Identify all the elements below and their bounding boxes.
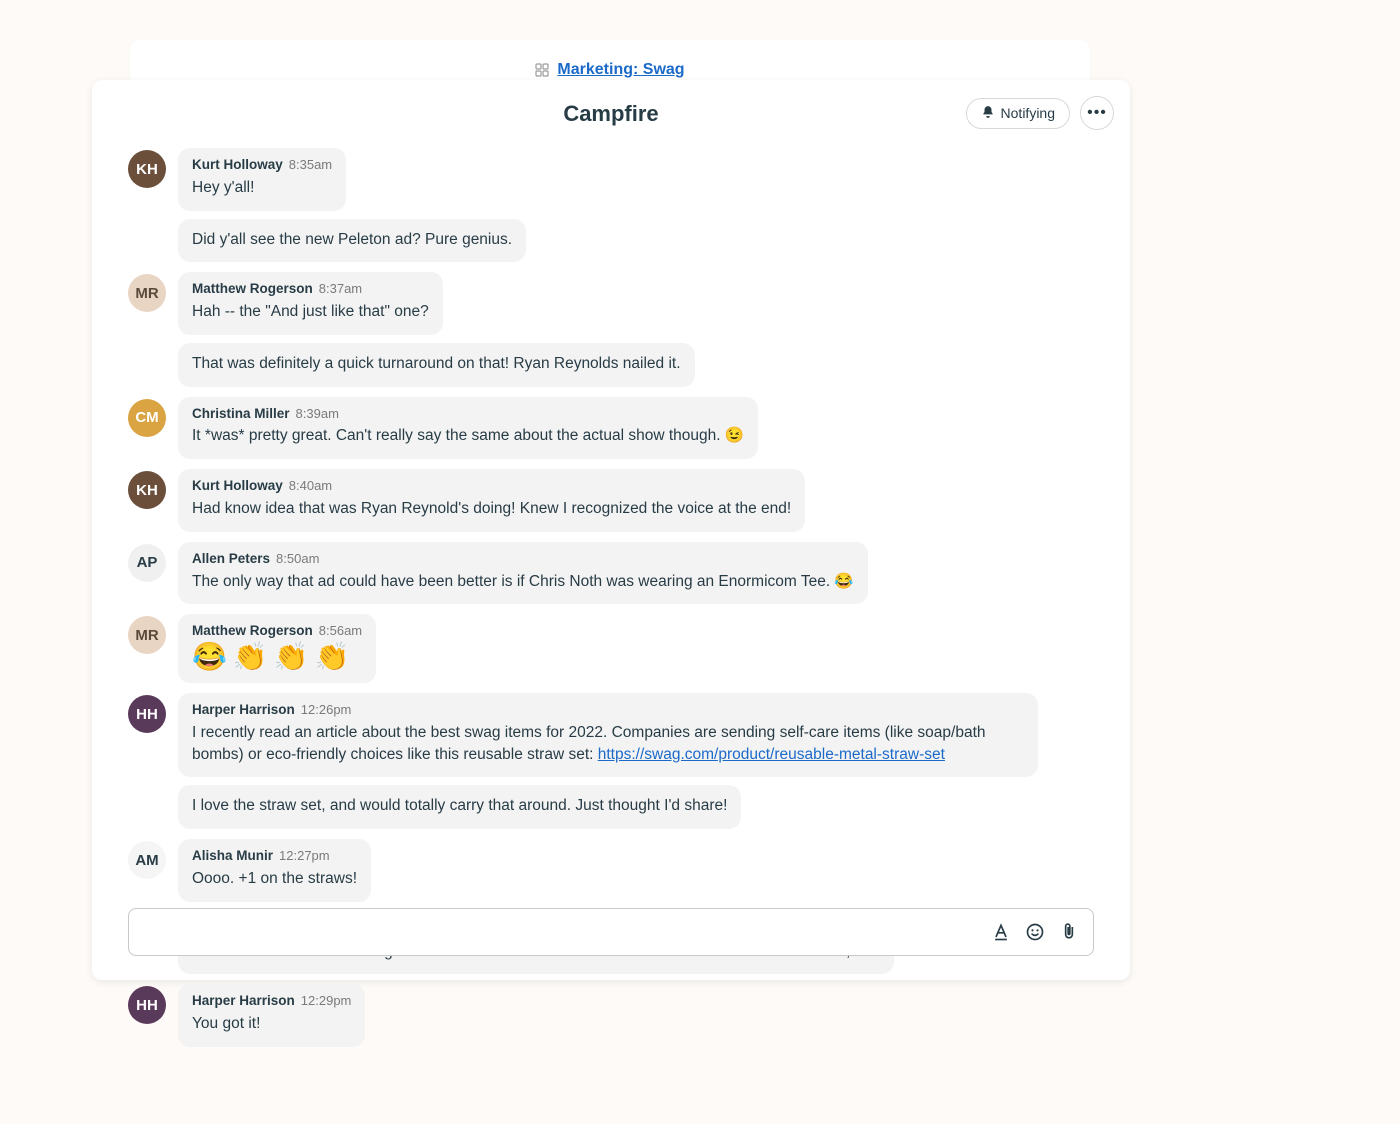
avatar[interactable]: AM: [128, 841, 166, 879]
message-group: MR Matthew Rogerson 8:56am 😂👏👏👏: [128, 614, 1094, 683]
notifying-toggle[interactable]: Notifying: [966, 98, 1070, 129]
message-text: Hah -- the "And just like that" one?: [192, 303, 429, 320]
notifying-label: Notifying: [1001, 105, 1055, 121]
message-author: Kurt Holloway: [192, 477, 283, 496]
message-author: Christina Miller: [192, 405, 290, 424]
avatar[interactable]: MR: [128, 274, 166, 312]
format-text-icon[interactable]: [991, 922, 1011, 942]
message-author: Alisha Munir: [192, 847, 273, 866]
message-group: MR Matthew Rogerson 8:37am Hah -- the "And …: [128, 272, 1094, 386]
message-bubble: Kurt Holloway 8:35am Hey y'all!: [178, 148, 346, 211]
message-time: 12:29pm: [301, 992, 352, 1010]
message-text: I love the straw set, and would totally …: [192, 797, 727, 814]
panel-header: Campfire Notifying •••: [92, 80, 1130, 148]
message-text: Had know idea that was Ryan Reynold's do…: [192, 500, 791, 517]
message-bubble: I love the straw set, and would totally …: [178, 785, 741, 829]
message-bubble: Alisha Munir 12:27pm Oooo. +1 on the straw…: [178, 839, 371, 902]
avatar[interactable]: HH: [128, 695, 166, 733]
message-time: 8:39am: [296, 405, 339, 423]
message-text: Did y'all see the new Peleton ad? Pure g…: [192, 231, 512, 248]
message-author: Kurt Holloway: [192, 156, 283, 175]
avatar[interactable]: KH: [128, 150, 166, 188]
composer-input[interactable]: [143, 909, 977, 955]
message-text: The only way that ad could have been bet…: [192, 573, 854, 590]
message-time: 8:35am: [289, 156, 332, 174]
message-bubble: Did y'all see the new Peleton ad? Pure g…: [178, 219, 526, 263]
message-bubble: That was definitely a quick turnaround o…: [178, 343, 695, 387]
message-group: KH Kurt Holloway 8:35am Hey y'all! Did y'all…: [128, 148, 1094, 262]
message-bubble: Matthew Rogerson 8:56am 😂👏👏👏: [178, 614, 376, 683]
message-time: 8:40am: [289, 477, 332, 495]
bell-icon: [981, 105, 995, 122]
message-author: Harper Harrison: [192, 701, 295, 720]
message-time: 8:56am: [319, 622, 362, 640]
grid-icon: [535, 63, 549, 77]
avatar[interactable]: MR: [128, 616, 166, 654]
message-bubble: Christina Miller 8:39am It *was* pretty gr…: [178, 397, 758, 460]
emoji-icon[interactable]: [1025, 922, 1045, 942]
more-menu-button[interactable]: •••: [1080, 96, 1114, 130]
campfire-panel: Campfire Notifying ••• KH Kurt Holloway 8:…: [92, 80, 1130, 980]
message-composer: [128, 908, 1094, 956]
message-bubble: Harper Harrison12:26pmI recently read an…: [178, 693, 1038, 777]
message-bubble: Allen Peters 8:50am The only way that ad c…: [178, 542, 868, 605]
message-text: Oooo. +1 on the straws!: [192, 870, 357, 887]
message-author: Allen Peters: [192, 550, 270, 569]
message-bubble: Matthew Rogerson 8:37am Hah -- the "And ju…: [178, 272, 443, 335]
message-group: KH Kurt Holloway 8:40am Had know idea that …: [128, 469, 1094, 532]
message-group: AP Allen Peters 8:50am The only way that ad…: [128, 542, 1094, 605]
breadcrumb-link[interactable]: Marketing: Swag: [557, 61, 684, 79]
message-group: AM Alisha Munir 12:27pm Oooo. +1 on the str…: [128, 839, 1094, 902]
message-text: It *was* pretty great. Can't really say …: [192, 427, 744, 444]
message-bubble: Kurt Holloway 8:40am Had know idea that wa…: [178, 469, 805, 532]
message-group: HH Harper Harrison 12:29pm You got it!: [128, 984, 1094, 1047]
message-author: Matthew Rogerson: [192, 280, 313, 299]
message-group: HHHarper Harrison12:26pmI recently read …: [128, 693, 1094, 829]
page-title: Campfire: [563, 101, 658, 127]
message-text: You got it!: [192, 1015, 260, 1032]
message-time: 12:26pm: [301, 701, 352, 719]
message-link[interactable]: https://swag.com/product/reusable-metal-…: [598, 746, 945, 763]
message-bubble: Harper Harrison 12:29pm You got it!: [178, 984, 365, 1047]
message-time: 8:37am: [319, 280, 362, 298]
attachment-icon[interactable]: [1059, 922, 1079, 942]
message-author: Harper Harrison: [192, 992, 295, 1011]
message-author: Matthew Rogerson: [192, 622, 313, 641]
message-group: CM Christina Miller 8:39am It *was* pretty …: [128, 397, 1094, 460]
ellipsis-icon: •••: [1087, 104, 1107, 122]
message-text: Hey y'all!: [192, 179, 254, 196]
emoji-reaction-row: 😂👏👏👏: [192, 643, 362, 671]
message-time: 12:27pm: [279, 847, 330, 865]
message-text: That was definitely a quick turnaround o…: [192, 355, 681, 372]
avatar[interactable]: KH: [128, 471, 166, 509]
avatar[interactable]: CM: [128, 399, 166, 437]
message-time: 8:50am: [276, 550, 319, 568]
avatar[interactable]: AP: [128, 544, 166, 582]
avatar[interactable]: HH: [128, 986, 166, 1024]
